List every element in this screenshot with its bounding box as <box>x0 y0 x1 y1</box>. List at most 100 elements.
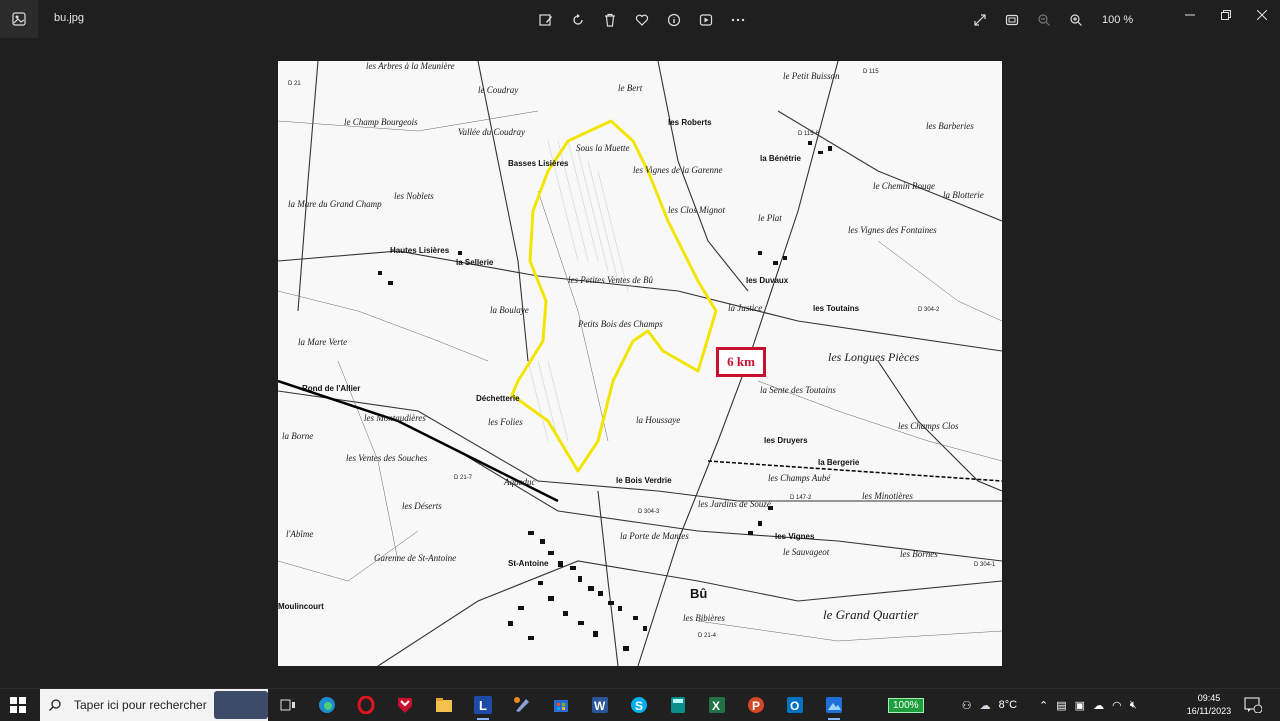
map-label-arbres: les Arbres à la Meunière <box>366 61 455 71</box>
window-controls <box>1172 0 1280 30</box>
excel-icon[interactable]: X <box>703 693 731 717</box>
search-icon <box>49 699 61 711</box>
map-label-porte-mantes: la Porte de Mantes <box>620 531 689 541</box>
map-label-sous-muette: Sous la Muette <box>576 143 630 153</box>
battery-indicator[interactable]: 100% <box>888 697 924 713</box>
map-label-bois-verdrie: le Bois Verdrie <box>616 476 672 485</box>
network-icon[interactable]: ▤ <box>1056 699 1066 712</box>
photos-icon[interactable] <box>820 693 848 720</box>
map-label-sellerie: la Sellerie <box>456 258 494 267</box>
map-label-vallee-coudray: Vallée du Coudray <box>458 127 525 137</box>
map-label-plat: le Plat <box>758 213 782 223</box>
map-label-garenne-st-antoine: Garenne de St-Antoine <box>374 553 456 563</box>
fit-icon[interactable] <box>1000 10 1024 30</box>
volume-icon[interactable]: 🔇︎ <box>1130 699 1137 712</box>
word-icon[interactable]: W <box>586 693 614 717</box>
map-label-folies: les Folies <box>488 417 523 427</box>
taskbar-apps: L W S X P O <box>274 693 848 720</box>
chevron-up-icon[interactable]: ⌃ <box>1039 699 1048 712</box>
map-label-bibieres: les Bibières <box>683 613 725 623</box>
edit-image-icon[interactable] <box>534 10 558 30</box>
clock-date: 16/11/2023 <box>1186 706 1232 716</box>
map-label-st-antoine: St-Antoine <box>508 559 549 568</box>
close-icon[interactable] <box>1244 0 1280 30</box>
map-label-vignes-garenne: les Vignes de la Garenne <box>633 165 722 175</box>
lexibook-icon[interactable]: L <box>469 693 497 720</box>
weather-icon[interactable]: ☁ <box>980 699 991 712</box>
clock[interactable]: 09:45 16/11/2023 <box>1186 692 1232 718</box>
map-label-bornes: les Bornes <box>900 549 938 559</box>
file-explorer-icon[interactable] <box>430 693 458 717</box>
outlook-icon[interactable]: O <box>781 693 809 717</box>
mcafee-icon[interactable] <box>391 693 419 717</box>
map-label-clos-mignot: les Clos Mignot <box>668 205 726 215</box>
map-label-vignes-fontaines: les Vignes des Fontaines <box>848 225 937 235</box>
zoom-level: 100 % <box>1102 14 1134 26</box>
favorite-icon[interactable] <box>630 10 654 30</box>
svg-text:W: W <box>594 699 606 713</box>
svg-text:P: P <box>752 699 760 713</box>
map-label-bergerie: Aqueduc <box>503 477 536 487</box>
photos-window: bu.jpg 100 % les Arbres à la Meunière le… <box>0 0 1280 688</box>
map-label-blotterie: la Blotterie <box>943 190 984 200</box>
map-label-champs-aube: les Champs Aubé <box>768 473 831 483</box>
start-button[interactable] <box>10 697 26 713</box>
road-label-d21-7: D 21-7 <box>454 475 473 481</box>
taskbar: Taper ici pour rechercher L W S X P O 10… <box>0 688 1280 721</box>
road-label-d115-6: D 115-6 <box>798 131 820 137</box>
powerpoint-icon[interactable]: P <box>742 693 770 717</box>
road-label-d147-2: D 147-2 <box>790 495 812 501</box>
people-icon[interactable]: ⚇ <box>932 699 972 712</box>
map-label-sente-toutains: la Sente des Toutains <box>760 385 836 395</box>
opera-icon[interactable] <box>352 693 380 717</box>
image-toolbar <box>534 10 750 30</box>
restore-icon[interactable] <box>1208 0 1244 30</box>
slideshow-icon[interactable] <box>694 10 718 30</box>
calculator-icon[interactable] <box>664 693 692 717</box>
wifi-icon[interactable]: ◠ <box>1112 699 1122 712</box>
zoom-out-icon[interactable] <box>1032 10 1056 30</box>
map-image[interactable]: les Arbres à la Meunière le Coudray le B… <box>278 61 1002 666</box>
search-placeholder: Taper ici pour rechercher <box>74 698 207 712</box>
map-label-minotieres: les Minotières <box>862 491 913 501</box>
road-label-d21-4: D 21-4 <box>698 633 717 639</box>
zoom-in-icon[interactable] <box>1064 10 1088 30</box>
minimize-icon[interactable] <box>1172 0 1208 30</box>
more-icon[interactable] <box>726 10 750 30</box>
delete-icon[interactable] <box>598 10 622 30</box>
task-view-icon[interactable] <box>274 693 302 717</box>
temperature[interactable]: 8°C <box>999 699 1017 711</box>
skype-icon[interactable]: S <box>625 693 653 717</box>
map-label-druyers: les Druyers <box>764 436 808 445</box>
map-label-bu: Bû <box>690 586 707 601</box>
map-label-abime: l'Abîme <box>286 529 313 539</box>
view-controls: 100 % <box>968 10 1138 30</box>
road-label-d304-2: D 304-2 <box>918 307 940 313</box>
map-label-justice: la Justice <box>728 303 762 313</box>
map-label-longues-pieces: les Longues Pièces <box>828 350 920 364</box>
info-icon[interactable] <box>662 10 686 30</box>
edge-icon[interactable] <box>313 693 341 717</box>
store-icon[interactable] <box>547 693 575 717</box>
map-label-aqueduc: la Bergerie <box>818 458 860 467</box>
photos-app-icon[interactable] <box>0 0 38 38</box>
map-label-champ-bourgeois: le Champ Bourgeois <box>344 117 418 127</box>
paint-icon[interactable] <box>508 693 536 717</box>
taskbar-search[interactable]: Taper ici pour rechercher <box>40 689 268 721</box>
map-label-petits-bois: Petits Bois des Champs <box>577 319 663 329</box>
cloud-icon[interactable]: ☁ <box>1093 699 1104 712</box>
road-label-d115: D 115 <box>863 69 879 75</box>
notification-center-icon[interactable] <box>1244 697 1263 714</box>
fullscreen-icon[interactable] <box>968 10 992 30</box>
rotate-icon[interactable] <box>566 10 590 30</box>
map-label-grand-quartier: le Grand Quartier <box>823 607 919 622</box>
map-label-jardins-souze: les Jardins de Souzé <box>698 499 772 509</box>
map-label-barberies: les Barberies <box>926 121 974 131</box>
scale-label: 6 km <box>716 347 766 377</box>
display-icon[interactable]: ▣ <box>1075 699 1085 712</box>
map-label-deserts: les Déserts <box>402 501 442 511</box>
map-label-mare-verte: la Mare Verte <box>298 337 347 347</box>
title-bar: bu.jpg 100 % <box>0 0 1280 38</box>
map-drawing: les Arbres à la Meunière le Coudray le B… <box>278 61 1002 666</box>
map-label-noblets: la Bénétrie <box>760 154 801 163</box>
